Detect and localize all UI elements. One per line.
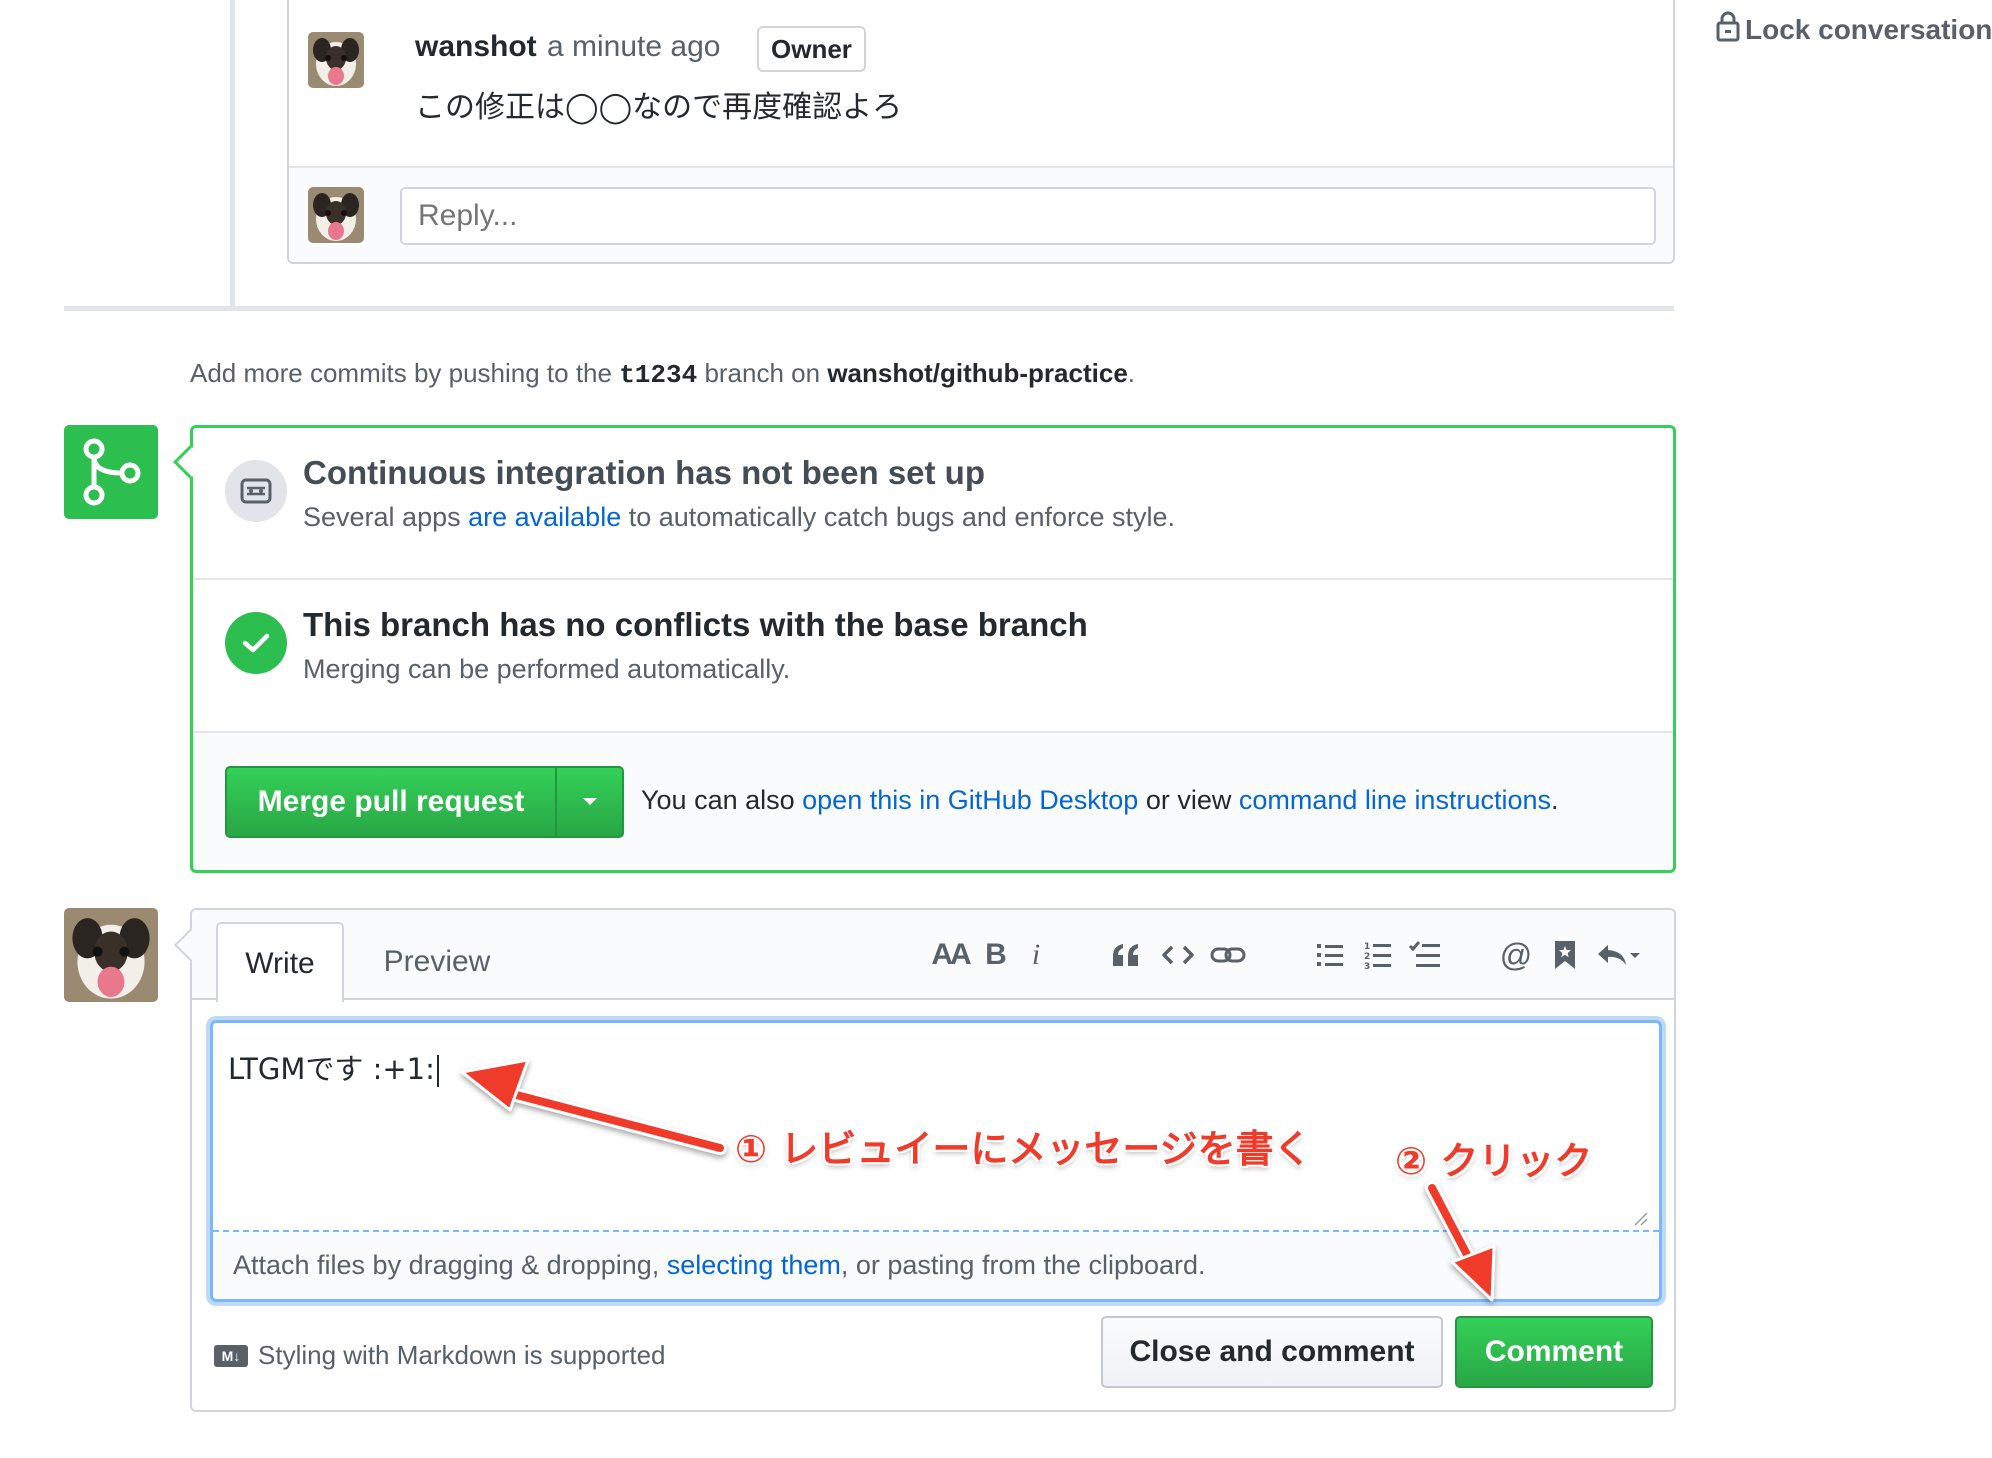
text-cursor (436, 1055, 439, 1087)
code-icon[interactable] (1158, 934, 1198, 976)
reply-avatar (308, 187, 364, 243)
svg-text:2: 2 (1364, 952, 1370, 962)
comment-timestamp[interactable]: a minute ago (547, 30, 720, 64)
merge-status-icon (64, 425, 158, 519)
avatar[interactable] (308, 32, 364, 88)
bold-icon[interactable]: B (980, 934, 1012, 976)
svg-text:3: 3 (1364, 962, 1370, 970)
select-files-link[interactable]: selecting them (667, 1250, 841, 1280)
git-merge-icon (83, 438, 141, 506)
comment-text-value: LTGMです :+1: (228, 1052, 435, 1086)
tab-preview[interactable]: Preview (352, 922, 522, 1002)
timeline-divider (64, 306, 1674, 311)
current-user-avatar[interactable] (64, 908, 158, 1002)
conflict-title: This branch has no conflicts with the ba… (303, 606, 1088, 643)
reply-icon[interactable] (1592, 934, 1644, 976)
comment-author[interactable]: wanshot (415, 30, 537, 64)
ci-subtitle: Several apps are available to automatica… (303, 502, 1175, 533)
open-in-desktop-link[interactable]: open this in GitHub Desktop (802, 785, 1138, 815)
owner-badge: Owner (757, 26, 866, 72)
apps-available-link[interactable]: are available (468, 502, 621, 532)
close-and-comment-button[interactable]: Close and comment (1101, 1316, 1443, 1388)
unordered-list-icon[interactable] (1310, 934, 1350, 976)
italic-icon[interactable]: i (1022, 934, 1050, 976)
markdown-icon: M↓ (214, 1344, 248, 1367)
repo-name: wanshot/github-practice (827, 358, 1128, 388)
commits-hint: Add more commits by pushing to the t1234… (190, 358, 1135, 390)
tab-write[interactable]: Write (216, 922, 344, 1002)
commits-hint-prefix: Add more commits by pushing to the (190, 358, 620, 388)
merge-pull-request-button[interactable]: Merge pull request (225, 766, 624, 838)
attach-suffix: , or pasting from the clipboard. (840, 1250, 1206, 1280)
reply-input[interactable] (400, 187, 1656, 245)
annotation-step-1: ① レビュイーにメッセージを書く (735, 1127, 1312, 1171)
comment-button[interactable]: Comment (1455, 1316, 1653, 1388)
commits-hint-middle: branch on (697, 358, 828, 388)
markdown-hint[interactable]: M↓ Styling with Markdown is supported (214, 1340, 666, 1371)
check-icon (225, 612, 287, 674)
comment-text[interactable]: LTGMです :+1: (228, 1046, 439, 1088)
timeline-line (230, 0, 235, 308)
attach-prefix: Attach files by dragging & dropping, (233, 1250, 667, 1280)
merge-alt-middle: or view (1138, 785, 1239, 815)
merge-alt-suffix: . (1551, 785, 1559, 815)
ci-sub-prefix: Several apps (303, 502, 469, 532)
markdown-hint-label: Styling with Markdown is supported (258, 1340, 666, 1370)
conflict-subtitle: Merging can be performed automatically. (303, 654, 791, 684)
comment-body: この修正は◯◯なので再度確認よろ (415, 90, 903, 125)
ci-title: Continuous integration has not been set … (303, 454, 985, 491)
merge-alternatives: You can also open this in GitHub Desktop… (641, 785, 1559, 816)
merge-button-label: Merge pull request (257, 785, 525, 818)
lock-conversation-label: Lock conversation (1745, 13, 1992, 45)
commits-hint-suffix: . (1127, 358, 1136, 388)
svg-text:1: 1 (1364, 942, 1370, 952)
lock-icon (1715, 10, 1741, 49)
command-line-instructions-link[interactable]: command line instructions (1239, 785, 1551, 815)
quote-icon[interactable] (1106, 934, 1146, 976)
attach-hint: Attach files by dragging & dropping, sel… (233, 1250, 1206, 1281)
saved-reply-icon[interactable] (1548, 934, 1582, 976)
caret-down-icon (582, 798, 597, 805)
ci-icon (225, 460, 287, 522)
merge-alt-prefix: You can also (641, 785, 803, 815)
link-icon[interactable] (1206, 934, 1250, 976)
annotation-step-2: ② クリック (1395, 1139, 1593, 1183)
header-text-icon[interactable]: AA (930, 934, 971, 976)
branch-name: t1234 (619, 360, 698, 390)
mention-icon[interactable]: @ (1496, 934, 1536, 976)
resize-handle-icon[interactable] (1632, 1210, 1648, 1226)
ordered-list-icon[interactable]: 123 (1358, 934, 1398, 976)
merge-method-dropdown[interactable] (557, 796, 622, 808)
task-list-icon[interactable] (1404, 934, 1446, 976)
merge-row-divider (193, 578, 1673, 580)
ci-sub-suffix: to automatically catch bugs and enforce … (621, 502, 1176, 532)
lock-conversation-link[interactable]: Lock conversation (1715, 10, 1992, 49)
